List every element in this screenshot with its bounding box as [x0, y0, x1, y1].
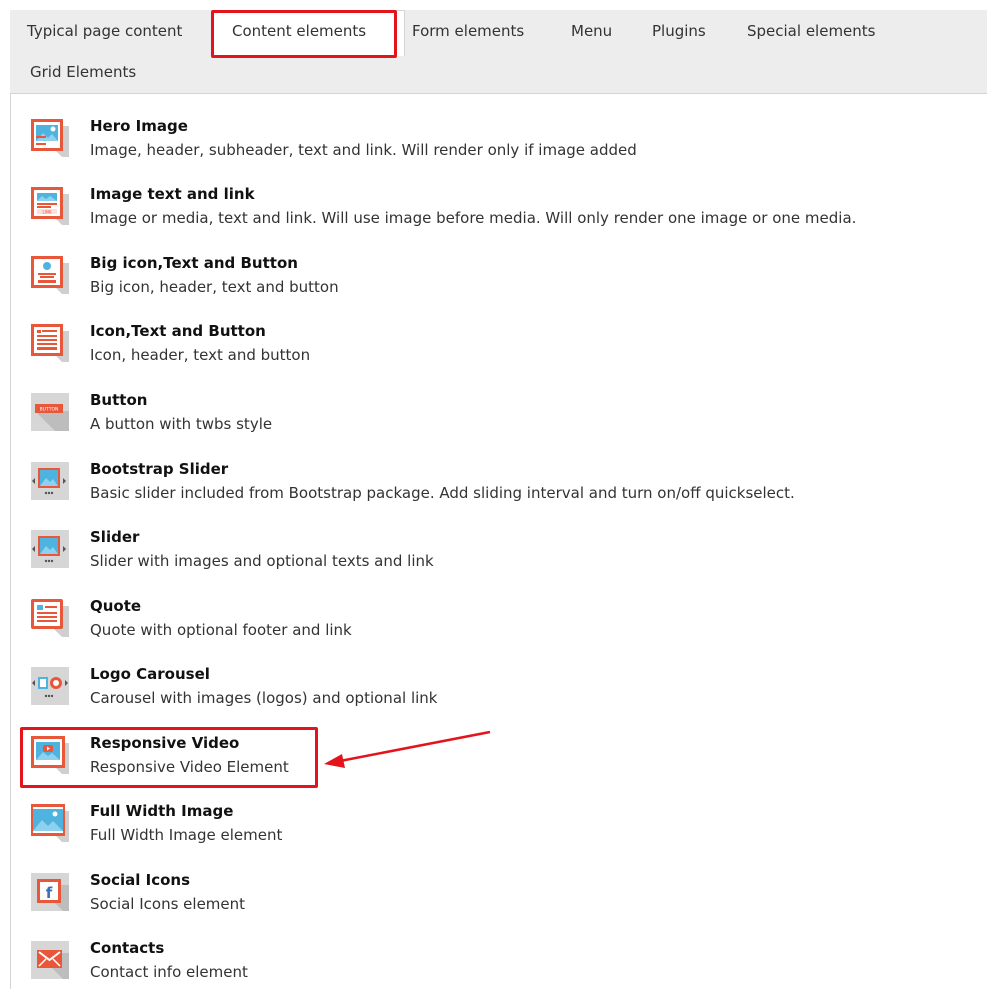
item-description: Icon, header, text and button — [90, 346, 311, 364]
list-item-bootstrap-slider[interactable]: Bootstrap Slider Basic slider included f… — [29, 460, 969, 516]
item-title: Social Icons — [90, 871, 191, 889]
facebook-icon-text: f — [46, 884, 53, 902]
item-description: Basic slider included from Bootstrap pac… — [90, 484, 795, 502]
tab-grid-elements[interactable]: Grid Elements — [30, 63, 136, 81]
social-icons-icon: f — [31, 873, 69, 911]
tab-menu[interactable]: Menu — [571, 22, 612, 40]
tab-content-elements[interactable]: Content elements — [232, 22, 366, 40]
item-description: Image, header, subheader, text and link.… — [90, 141, 637, 159]
image-text-link-icon: LINK — [31, 187, 69, 225]
item-description: Social Icons element — [90, 895, 246, 913]
contacts-icon — [31, 941, 69, 979]
item-description: Contact info element — [90, 963, 248, 981]
item-title: Full Width Image — [90, 802, 234, 820]
tab-special-elements[interactable]: Special elements — [747, 22, 875, 40]
tab-form-elements[interactable]: Form elements — [412, 22, 524, 40]
logo-carousel-icon — [31, 667, 69, 705]
item-title: Bootstrap Slider — [90, 460, 229, 478]
button-icon-text: BUTTON — [40, 407, 59, 413]
item-title: Contacts — [90, 939, 165, 957]
item-title: Icon,Text and Button — [90, 322, 266, 340]
list-item-button[interactable]: BUTTON Button A button with twbs style — [29, 391, 969, 447]
item-title: Big icon,Text and Button — [90, 254, 298, 272]
list-item-icon-text-button[interactable]: Icon,Text and Button Icon, header, text … — [29, 322, 969, 378]
bootstrap-slider-icon — [31, 462, 69, 500]
item-description: Big icon, header, text and button — [90, 278, 339, 296]
list-item-social-icons[interactable]: f Social Icons Social Icons element — [29, 871, 969, 927]
item-title: Image text and link — [90, 185, 255, 203]
full-width-image-icon — [31, 804, 69, 842]
item-description: Image or media, text and link. Will use … — [90, 209, 857, 227]
item-description: Carousel with images (logos) and optiona… — [90, 689, 438, 707]
list-item-image-text-link[interactable]: LINK Image text and link Image or media,… — [29, 185, 969, 241]
item-title: Slider — [90, 528, 140, 546]
list-item-quote[interactable]: Quote Quote with optional footer and lin… — [29, 597, 969, 653]
tab-typical-page-content[interactable]: Typical page content — [27, 22, 182, 40]
list-item-hero-image[interactable]: Hero Image Image, header, subheader, tex… — [29, 117, 969, 173]
item-description: Quote with optional footer and link — [90, 621, 352, 639]
item-title: Responsive Video — [90, 734, 240, 752]
slider-icon — [31, 530, 69, 568]
item-description: Slider with images and optional texts an… — [90, 552, 434, 570]
red-arrow-annotation — [324, 730, 491, 768]
item-title: Logo Carousel — [90, 665, 210, 683]
hero-image-icon — [31, 119, 69, 157]
responsive-video-icon — [31, 736, 69, 774]
item-title: Button — [90, 391, 148, 409]
button-icon: BUTTON — [31, 393, 69, 431]
link-icon-text: LINK — [42, 210, 51, 215]
item-description: Responsive Video Element — [90, 758, 289, 776]
list-item-full-width-image[interactable]: Full Width Image Full Width Image elemen… — [29, 802, 969, 858]
item-title: Quote — [90, 597, 142, 615]
big-icon-text-button-icon — [31, 256, 69, 294]
item-title: Hero Image — [90, 117, 188, 135]
content-elements-panel: Hero Image Image, header, subheader, tex… — [10, 94, 987, 989]
list-item-responsive-video[interactable]: Responsive Video Responsive Video Elemen… — [29, 734, 969, 790]
tab-plugins[interactable]: Plugins — [652, 22, 706, 40]
list-item-slider[interactable]: Slider Slider with images and optional t… — [29, 528, 969, 584]
item-description: Full Width Image element — [90, 826, 283, 844]
list-item-contacts[interactable]: Contacts Contact info element — [29, 939, 969, 989]
list-item-logo-carousel[interactable]: Logo Carousel Carousel with images (logo… — [29, 665, 969, 721]
quote-icon — [31, 599, 69, 637]
tab-bar: Typical page content Content elements Fo… — [10, 10, 987, 94]
icon-text-button-icon — [31, 324, 69, 362]
list-item-big-icon-text-button[interactable]: Big icon,Text and Button Big icon, heade… — [29, 254, 969, 310]
item-description: A button with twbs style — [90, 415, 273, 433]
